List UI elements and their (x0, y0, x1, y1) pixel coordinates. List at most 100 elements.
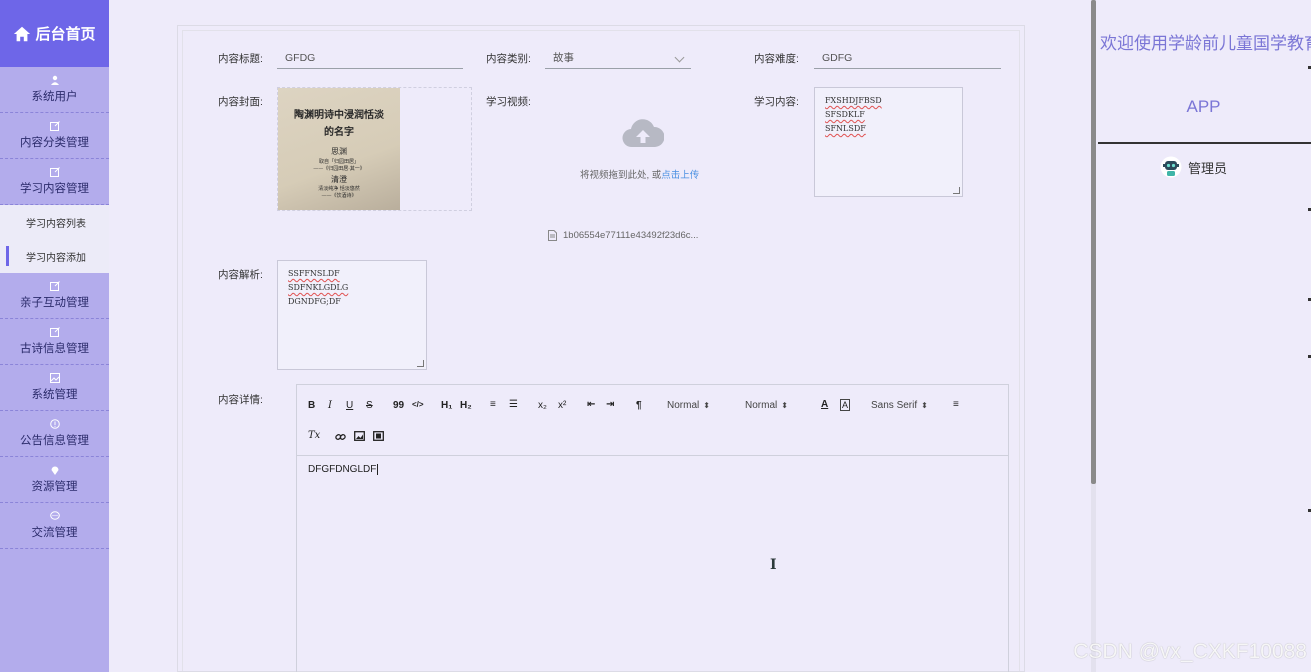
cover-line-1: 取自「归园田居」 (318, 159, 359, 165)
clean-format-button[interactable]: Tx (308, 430, 320, 441)
edit-icon (49, 167, 60, 177)
resize-handle[interactable] (953, 187, 960, 194)
sidebar-item-label: 资源管理 (31, 481, 78, 493)
sidebar-item-label: 亲子互动管理 (20, 297, 89, 309)
sidebar-item-category[interactable]: 内容分类管理 (0, 113, 109, 159)
cover-title-1: 陶渊明诗中浸润恬淡 (294, 110, 384, 121)
indent-button[interactable]: ⇥ (606, 399, 614, 410)
image-insert-icon[interactable] (354, 431, 365, 441)
size-select[interactable]: Normal (667, 400, 710, 411)
font-select[interactable]: Sans Serif (871, 400, 928, 411)
sidebar-item-system-users[interactable]: 系统用户 (0, 67, 109, 113)
sidebar-item-exchange[interactable]: 交流管理 (0, 503, 109, 549)
content-line: SFNLSDF (825, 124, 866, 133)
sidebar-item-poems[interactable]: 古诗信息管理 (0, 319, 109, 365)
sidebar-item-label: 交流管理 (31, 527, 78, 539)
analysis-line: SSFFNSLDF (288, 269, 340, 278)
detail-label: 内容详情: (218, 394, 263, 406)
cover-uploader[interactable]: 陶渊明诗中浸润恬淡 的名字 思渊 取自「归园田居」 ——《归园田居·其一》 清澄… (277, 87, 472, 211)
category-select[interactable]: 故事 (545, 47, 691, 69)
sidebar: 后台首页 系统用户 内容分类管理 学习内容管理 学习内容列表 学习内容添加 亲子… (0, 0, 109, 672)
blockquote-button[interactable]: 99 (393, 400, 404, 411)
superscript-button[interactable]: x² (558, 400, 566, 411)
video-insert-icon[interactable] (373, 431, 384, 441)
header-1-button[interactable]: H₁ (441, 400, 452, 411)
cover-line-2: ——《归园田居·其一》 (313, 166, 365, 172)
analysis-textarea[interactable]: SSFFNSLDF SDFNKLGDLG DGNDFG;DF (277, 260, 427, 370)
sidebar-item-label: 学习内容管理 (20, 183, 89, 195)
cover-label: 内容封面: (218, 96, 263, 108)
sidebar-subitem-add[interactable]: 学习内容添加 (0, 239, 109, 273)
editor-text: DFGFDNGLDF (308, 464, 377, 476)
upload-link[interactable]: 点击上传 (661, 170, 699, 181)
difficulty-label: 内容难度: (754, 53, 799, 65)
image-icon (49, 373, 60, 383)
sidebar-item-learning[interactable]: 学习内容管理 (0, 159, 109, 205)
header-select[interactable]: Normal (745, 400, 788, 411)
analysis-line: SDFNKLGDLG (288, 283, 349, 292)
upload-dropzone-text[interactable]: 将视频拖到此处, 或点击上传 (580, 167, 699, 181)
rtl-button[interactable]: ¶ (636, 400, 642, 411)
edit-icon (49, 121, 60, 131)
content-line: SFSDKLF (825, 110, 865, 119)
avatar (1160, 156, 1182, 178)
strike-button[interactable]: S (366, 400, 373, 411)
user-menu[interactable]: 管理员 (1160, 156, 1227, 178)
resize-handle[interactable] (417, 360, 424, 367)
content-form: 内容标题: GFDG 内容类别: 故事 内容难度: GDFG 内容封面: 陶渊明… (177, 25, 1025, 672)
learning-submenu: 学习内容列表 学习内容添加 (0, 205, 109, 273)
sidebar-subitem-list[interactable]: 学习内容列表 (0, 205, 109, 239)
sidebar-item-notice[interactable]: 公告信息管理 (0, 411, 109, 457)
font-color-button[interactable]: A (821, 399, 828, 410)
uploaded-file-name: 1b06554e77111e43492f23d6c... (563, 230, 699, 241)
sidebar-item-parent-child[interactable]: 亲子互动管理 (0, 273, 109, 319)
sidebar-item-label: 古诗信息管理 (20, 343, 89, 355)
ordered-list-button[interactable]: ≡ (490, 399, 496, 410)
app-title: APP (1186, 97, 1221, 116)
chat-icon (49, 511, 60, 520)
location-icon (51, 466, 58, 475)
outdent-button[interactable]: ⇤ (587, 399, 595, 410)
underline-button[interactable]: U (346, 400, 353, 411)
sidebar-item-system[interactable]: 系统管理 (0, 365, 109, 411)
bullet-list-button[interactable]: ☰ (509, 399, 518, 410)
cover-title-2: 的名字 (324, 127, 354, 138)
uploaded-file[interactable]: 1b06554e77111e43492f23d6c... (548, 230, 698, 241)
cloud-upload-icon[interactable] (622, 118, 664, 148)
text-cursor-icon: I (770, 557, 777, 573)
subscript-button[interactable]: x₂ (538, 400, 547, 411)
sidebar-item-label: 系统用户 (31, 91, 78, 103)
difficulty-input[interactable]: GDFG (814, 47, 1001, 69)
title-input[interactable]: GFDG (277, 47, 463, 69)
brand-title: 后台首页 (35, 26, 96, 43)
category-label: 内容类别: (486, 53, 531, 65)
code-block-button[interactable]: </> (412, 400, 424, 409)
sidebar-item-label: 公告信息管理 (20, 435, 89, 447)
sidebar-item-label: 系统管理 (31, 389, 78, 401)
header-2-button[interactable]: H₂ (460, 400, 472, 411)
edit-icon (49, 327, 60, 337)
content-textarea[interactable]: FXSHDJFBSD SFSDKLF SFNLSDF (814, 87, 963, 197)
sidebar-item-resources[interactable]: 资源管理 (0, 457, 109, 503)
user-icon (50, 75, 59, 85)
content-label: 学习内容: (754, 96, 799, 108)
title-label: 内容标题: (218, 53, 263, 65)
text-caret (377, 464, 379, 475)
editor-content[interactable]: DFGFDNGLDF (297, 456, 1008, 483)
header-panel: 欢迎使用学龄前儿童国学教育 APP 管理员 (1096, 0, 1311, 672)
bold-button[interactable]: B (308, 400, 315, 411)
sidebar-item-label: 内容分类管理 (20, 137, 89, 149)
document-icon (548, 230, 557, 241)
watermark: CSDN @vx_CXKF10088 (1073, 640, 1307, 663)
italic-button[interactable]: I (328, 400, 332, 411)
user-name: 管理员 (1188, 160, 1228, 176)
cover-name-1: 思渊 (331, 147, 347, 156)
home-link[interactable]: 后台首页 (0, 0, 109, 67)
home-icon (14, 26, 31, 41)
cover-line-4: ——《饮酒诗》 (321, 193, 357, 199)
cover-line-3: 清淡纯净 恬淡悠然 (318, 186, 360, 192)
link-icon[interactable] (335, 432, 346, 442)
background-color-button[interactable]: A (840, 399, 851, 411)
chevron-down-icon (674, 52, 685, 63)
align-button[interactable]: ≡ (953, 399, 959, 410)
